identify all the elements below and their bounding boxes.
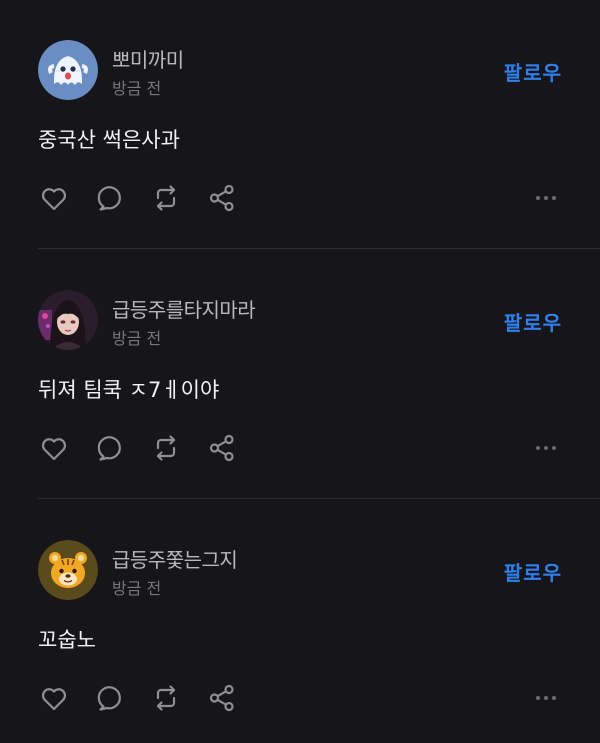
like-icon[interactable]: [38, 432, 70, 464]
feed: 뽀미까미 방금 전 팔로우 중국산 썩은사과 급등주를타지마라 방금 전 팔로우…: [0, 0, 600, 743]
like-icon[interactable]: [38, 182, 70, 214]
timestamp: 방금 전: [112, 79, 162, 98]
share-icon[interactable]: [206, 432, 238, 464]
username[interactable]: 뽀미까미: [112, 44, 184, 73]
more-options-icon[interactable]: [530, 182, 562, 214]
divider: [38, 248, 600, 249]
follow-button[interactable]: 팔로우: [504, 307, 562, 336]
comment-icon[interactable]: [94, 682, 126, 714]
post-actions: [38, 682, 562, 714]
repost-icon[interactable]: [150, 682, 182, 714]
repost-icon[interactable]: [150, 432, 182, 464]
anime-girl-avatar-icon[interactable]: [38, 290, 98, 350]
post-content: 꼬숩노: [38, 628, 96, 652]
share-icon[interactable]: [206, 182, 238, 214]
post-actions: [38, 432, 562, 464]
follow-button[interactable]: 팔로우: [504, 557, 562, 586]
repost-icon[interactable]: [150, 182, 182, 214]
more-options-icon[interactable]: [530, 682, 562, 714]
post-content: 중국산 썩은사과: [38, 128, 180, 152]
username[interactable]: 급등주쫓는그지: [112, 544, 238, 573]
follow-button[interactable]: 팔로우: [504, 57, 562, 86]
tiger-avatar-icon[interactable]: [38, 540, 98, 600]
post: 급등주쫓는그지 방금 전 팔로우 꼬숩노: [0, 540, 600, 712]
more-options-icon[interactable]: [530, 432, 562, 464]
ghost-avatar-icon[interactable]: [38, 40, 98, 100]
comment-icon[interactable]: [94, 182, 126, 214]
username[interactable]: 급등주를타지마라: [112, 294, 256, 323]
post: 뽀미까미 방금 전 팔로우 중국산 썩은사과: [0, 40, 600, 212]
post-actions: [38, 182, 562, 214]
comment-icon[interactable]: [94, 432, 126, 464]
timestamp: 방금 전: [112, 579, 162, 598]
post: 급등주를타지마라 방금 전 팔로우 뒤져 팀쿡 ㅈ7ㅔ이야: [0, 290, 600, 462]
share-icon[interactable]: [206, 682, 238, 714]
timestamp: 방금 전: [112, 329, 162, 348]
divider: [38, 498, 600, 499]
post-content: 뒤져 팀쿡 ㅈ7ㅔ이야: [38, 378, 220, 402]
like-icon[interactable]: [38, 682, 70, 714]
